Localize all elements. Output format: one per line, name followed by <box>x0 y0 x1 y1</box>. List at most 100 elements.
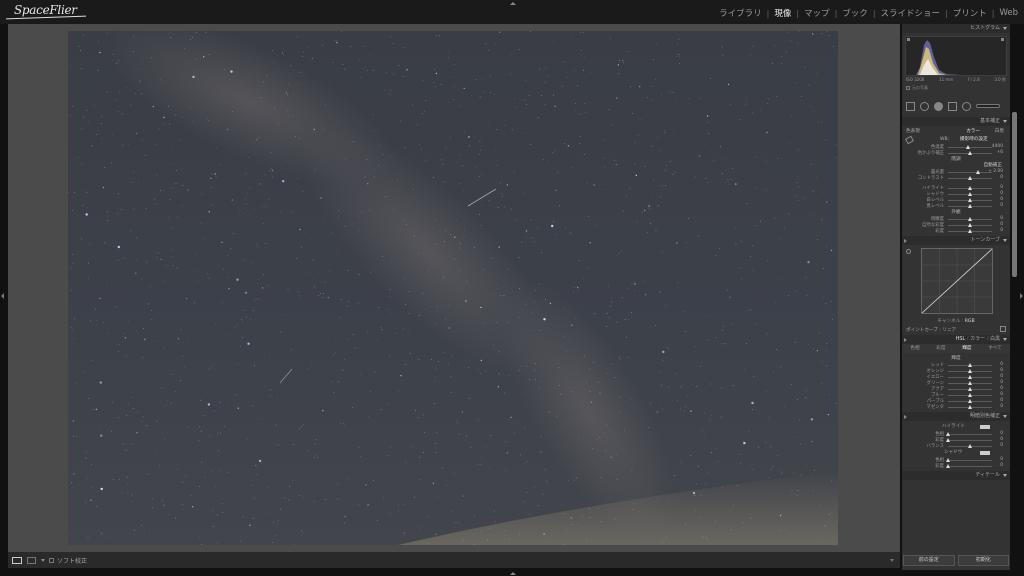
slider-knob[interactable] <box>968 380 972 385</box>
slider-knob[interactable] <box>968 203 972 208</box>
hsl-tab-all[interactable]: すべて <box>988 344 1001 353</box>
collapse-icon[interactable] <box>1003 474 1007 477</box>
graduated-filter-icon[interactable] <box>948 101 957 111</box>
slider-value[interactable]: 0 <box>1000 437 1003 442</box>
tone-curve-graph[interactable] <box>921 248 993 314</box>
toolbar-menu-icon[interactable] <box>890 558 894 562</box>
slider-knob[interactable] <box>968 368 972 373</box>
collapse-icon[interactable] <box>1003 239 1007 242</box>
collapse-icon[interactable] <box>1003 27 1007 30</box>
previous-settings-button[interactable]: 前の設定 <box>903 555 955 566</box>
slider-track[interactable] <box>948 459 992 461</box>
slider-value[interactable]: 0 <box>1000 380 1003 385</box>
module-slideshow[interactable]: スライドショー <box>881 7 941 19</box>
top-panel-toggle-icon[interactable] <box>510 2 516 5</box>
module-print[interactable]: プリント <box>953 7 987 19</box>
collapse-icon[interactable] <box>1003 338 1007 341</box>
slider-knob[interactable] <box>968 386 972 391</box>
target-adjust-icon[interactable] <box>906 249 911 254</box>
module-develop[interactable]: 現像 <box>774 7 791 19</box>
collapse-icon[interactable] <box>1003 415 1007 418</box>
slider-knob[interactable] <box>968 222 972 227</box>
slider-value[interactable]: 0 <box>1000 222 1003 227</box>
slider-value[interactable]: 0 <box>1000 185 1003 190</box>
hsl-tab-hsl[interactable]: HSL <box>955 336 965 342</box>
slider-knob[interactable] <box>968 398 972 403</box>
slider-knob[interactable] <box>968 197 972 202</box>
right-panel-toggle-icon[interactable] <box>1020 293 1023 299</box>
radial-filter-icon[interactable] <box>962 101 971 111</box>
slider-value[interactable]: 0 <box>1000 197 1003 202</box>
module-map[interactable]: マップ <box>804 7 830 19</box>
slider-knob[interactable] <box>968 175 972 180</box>
view-dropdown-icon[interactable] <box>41 558 45 562</box>
slider-value[interactable]: 0 <box>1000 404 1003 409</box>
hsl-tab-saturation[interactable]: 彩度 <box>936 344 945 353</box>
reset-button[interactable]: 初期化 <box>957 555 1009 566</box>
module-web[interactable]: Web <box>999 8 1018 18</box>
tone-curve-header[interactable]: トーンカーブ <box>902 236 1010 245</box>
slider-knob[interactable] <box>946 457 950 462</box>
slider-knob[interactable] <box>975 169 980 174</box>
hsl-tab-luminance[interactable]: 輝度 <box>962 344 971 353</box>
slider-value[interactable]: 0 <box>1000 216 1003 221</box>
photo-preview[interactable] <box>68 31 838 545</box>
crop-tool-icon[interactable] <box>906 101 915 111</box>
slider-knob[interactable] <box>968 404 972 409</box>
slider-knob[interactable] <box>946 463 950 468</box>
slider-knob[interactable] <box>968 216 972 221</box>
shadows-swatch[interactable] <box>980 451 990 455</box>
slider-value[interactable]: 0 <box>1000 175 1003 180</box>
soft-proof-checkbox[interactable] <box>49 557 54 563</box>
slider-knob[interactable] <box>968 392 972 397</box>
highlights-swatch[interactable] <box>980 425 990 429</box>
slider-value[interactable]: 0 <box>1000 374 1003 379</box>
slider-value[interactable]: 0 <box>1000 463 1003 468</box>
slider-track[interactable] <box>948 433 992 435</box>
slider-knob[interactable] <box>968 228 972 233</box>
slider-value[interactable]: 0 <box>1000 392 1003 397</box>
channel-value[interactable]: RGB <box>965 319 975 324</box>
slider-track[interactable] <box>948 465 992 467</box>
module-book[interactable]: ブック <box>842 7 868 19</box>
slider-knob[interactable] <box>968 374 972 379</box>
original-photo-checkbox[interactable] <box>906 86 910 90</box>
slider-value[interactable]: 0 <box>1000 191 1003 196</box>
hsl-header[interactable]: HSL / カラー / 白黒 <box>902 335 1010 344</box>
module-library[interactable]: ライブラリ <box>719 7 762 19</box>
slider-value[interactable]: 0 <box>1000 431 1003 436</box>
red-eye-icon[interactable] <box>934 101 943 111</box>
compare-view-icon[interactable] <box>27 556 36 564</box>
slider-value[interactable]: 0 <box>1000 362 1003 367</box>
panel-scrollbar[interactable] <box>1012 112 1017 277</box>
adjustment-brush-icon[interactable] <box>976 104 1000 108</box>
hsl-tab-bw[interactable]: 白黒 <box>990 336 1000 342</box>
slider-knob[interactable] <box>968 150 972 155</box>
slider-knob[interactable] <box>946 437 950 442</box>
basic-header[interactable]: 基本補正 <box>902 117 1010 126</box>
slider-track[interactable] <box>948 439 992 441</box>
detail-header[interactable]: ディテール <box>902 471 1010 480</box>
slider-knob[interactable] <box>965 144 970 149</box>
slider-value[interactable]: 0 <box>1000 203 1003 208</box>
hsl-tab-hue[interactable]: 色相 <box>910 344 919 353</box>
collapse-icon[interactable] <box>1003 120 1007 123</box>
loupe-view-icon[interactable] <box>12 556 22 564</box>
split-toning-header[interactable]: 明暗別色補正 <box>902 412 1010 421</box>
slider-value[interactable]: 0 <box>1000 386 1003 391</box>
slider-value[interactable]: 0 <box>1000 398 1003 403</box>
slider-knob[interactable] <box>968 443 972 448</box>
slider-value[interactable]: 4400 <box>992 144 1003 149</box>
spot-removal-icon[interactable] <box>920 101 929 111</box>
wb-value[interactable]: 撮影時の設定 <box>960 136 988 144</box>
original-photo-toggle[interactable]: 元の写真 <box>906 85 928 91</box>
bottom-panel-toggle-icon[interactable] <box>510 572 516 575</box>
histogram-graph[interactable] <box>905 36 1007 76</box>
slider-value[interactable]: 0 <box>1000 228 1003 233</box>
left-panel-toggle-icon[interactable] <box>1 293 4 299</box>
slider-track[interactable] <box>948 146 992 148</box>
slider-knob[interactable] <box>968 185 972 190</box>
slider-value[interactable]: 0 <box>1000 457 1003 462</box>
slider-value[interactable]: + 2.00 <box>988 169 1003 174</box>
slider-knob[interactable] <box>968 362 972 367</box>
